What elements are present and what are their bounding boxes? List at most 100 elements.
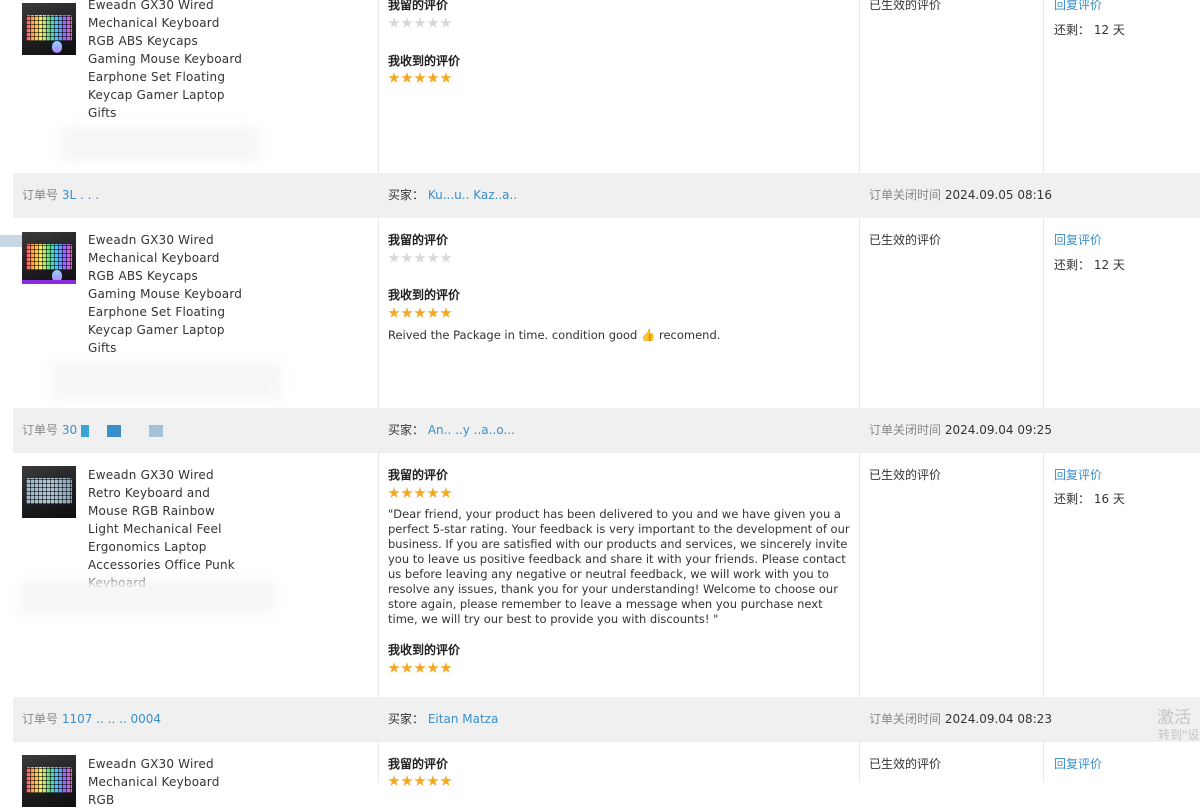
reply-review-link[interactable]: 回复评价: [1054, 755, 1102, 772]
star-filled-icon: [388, 487, 400, 498]
product-thumbnail[interactable]: [22, 232, 76, 284]
received-review-label: 我收到的评价: [388, 288, 461, 302]
column-divider-3: [1043, 0, 1044, 782]
my-rating-stars: [388, 775, 453, 787]
order-no-label: 订单号: [22, 188, 59, 202]
star-filled-icon: [388, 775, 400, 786]
order-header-3: 订单号 1107 .. .. .. 0004 买家： Eitan Matza 订…: [13, 697, 1200, 742]
close-time-value: 2024.09.05 08:16: [944, 188, 1052, 202]
star-filled-icon: [414, 307, 426, 318]
buyer-label: 买家：: [388, 188, 425, 202]
received-rating-stars: [388, 307, 453, 319]
my-review-label: 我留的评价: [388, 233, 449, 247]
order-no-link[interactable]: 1107 .. .. .. 0004: [62, 712, 161, 726]
order-no-link[interactable]: 30: [62, 423, 77, 437]
star-filled-icon: [401, 775, 413, 786]
buyer-name-link[interactable]: Ku...u.. Kaz..a..: [428, 188, 517, 202]
remaining-label: 还剩：: [1054, 23, 1091, 37]
review-status: 已生效的评价: [869, 757, 942, 771]
star-filled-icon: [427, 72, 439, 83]
buyer-name-link[interactable]: An.. ..y ..a..o...: [428, 423, 515, 437]
star-empty-icon: [440, 252, 452, 263]
star-empty-icon: [414, 252, 426, 263]
product-title[interactable]: Eweadn GX30 Wired Mechanical Keyboard RG…: [88, 755, 248, 809]
column-divider-2: [859, 0, 860, 782]
remaining-value: 16 天: [1093, 492, 1125, 506]
product-title[interactable]: Eweadn GX30 Wired Mechanical Keyboard RG…: [88, 0, 248, 122]
star-filled-icon: [440, 662, 452, 673]
star-empty-icon: [440, 17, 452, 28]
product-title[interactable]: Eweadn GX30 Wired Mechanical Keyboard RG…: [88, 231, 248, 357]
star-empty-icon: [401, 252, 413, 263]
close-time-value: 2024.09.04 08:23: [944, 712, 1052, 726]
product-title[interactable]: Eweadn GX30 Wired Retro Keyboard and Mou…: [88, 466, 248, 592]
redaction-mask: [80, 424, 89, 437]
star-filled-icon: [440, 72, 452, 83]
remaining-label: 还剩：: [1054, 258, 1091, 272]
remaining-days: 还剩： 16 天: [1054, 490, 1125, 507]
received-rating-stars: [388, 72, 453, 84]
order-header-2: 订单号 30 买家： An.. ..y ..a..o... 订单关闭时间 202…: [13, 408, 1200, 453]
review-status: 已生效的评价: [869, 468, 942, 482]
order-no-label: 订单号: [22, 423, 59, 437]
product-thumbnail[interactable]: [22, 3, 76, 55]
order-no-label: 订单号: [22, 712, 59, 726]
star-empty-icon: [427, 17, 439, 28]
star-empty-icon: [388, 252, 400, 263]
star-filled-icon: [388, 72, 400, 83]
star-filled-icon: [414, 72, 426, 83]
close-time-label: 订单关闭时间: [869, 712, 942, 726]
star-filled-icon: [401, 307, 413, 318]
remaining-value: 12 天: [1093, 258, 1125, 272]
activation-watermark-line2: 转到"设: [1158, 728, 1200, 742]
star-filled-icon: [440, 487, 452, 498]
star-filled-icon: [414, 487, 426, 498]
remaining-days: 还剩： 12 天: [1054, 256, 1125, 273]
my-review-text: "Dear friend, your product has been deli…: [388, 507, 850, 626]
my-rating-stars: [388, 17, 453, 29]
review-status: 已生效的评价: [869, 233, 942, 247]
star-filled-icon: [401, 487, 413, 498]
blurred-region: [52, 362, 282, 400]
star-filled-icon: [440, 307, 452, 318]
star-filled-icon: [427, 775, 439, 786]
received-review-label: 我收到的评价: [388, 54, 461, 68]
my-review-label: 我留的评价: [388, 468, 449, 482]
star-empty-icon: [401, 17, 413, 28]
review-status: 已生效的评价: [869, 0, 942, 12]
reply-review-link[interactable]: 回复评价: [1054, 466, 1102, 483]
reply-review-link[interactable]: 回复评价: [1054, 231, 1102, 248]
blurred-region: [20, 580, 275, 614]
close-time-value: 2024.09.04 09:25: [944, 423, 1052, 437]
received-review-label: 我收到的评价: [388, 643, 461, 657]
star-filled-icon: [427, 662, 439, 673]
redaction-mask: [148, 424, 163, 437]
buyer-label: 买家：: [388, 423, 425, 437]
star-filled-icon: [401, 662, 413, 673]
product-thumbnail[interactable]: [22, 755, 76, 807]
close-time-label: 订单关闭时间: [869, 188, 942, 202]
buyer-label: 买家：: [388, 712, 425, 726]
buyer-name-link[interactable]: Eitan Matza: [428, 712, 498, 726]
star-filled-icon: [401, 72, 413, 83]
reply-review-link[interactable]: 回复评价: [1054, 0, 1102, 13]
my-review-label: 我留的评价: [388, 0, 449, 12]
my-review-label: 我留的评价: [388, 757, 449, 771]
remaining-value: 12 天: [1093, 23, 1125, 37]
received-review-text: Reived the Package in time. condition go…: [388, 328, 721, 342]
product-thumbnail[interactable]: [22, 466, 76, 518]
star-filled-icon: [427, 307, 439, 318]
star-filled-icon: [388, 307, 400, 318]
remaining-label: 还剩：: [1054, 492, 1091, 506]
received-rating-stars: [388, 662, 453, 674]
activation-watermark-line1: 激活: [1157, 708, 1191, 728]
star-empty-icon: [388, 17, 400, 28]
star-filled-icon: [440, 775, 452, 786]
blurred-region: [60, 126, 260, 162]
star-filled-icon: [388, 662, 400, 673]
redaction-mask: [106, 424, 121, 437]
my-rating-stars: [388, 252, 453, 264]
my-rating-stars: [388, 487, 453, 499]
remaining-days: 还剩： 12 天: [1054, 21, 1125, 38]
star-filled-icon: [427, 487, 439, 498]
